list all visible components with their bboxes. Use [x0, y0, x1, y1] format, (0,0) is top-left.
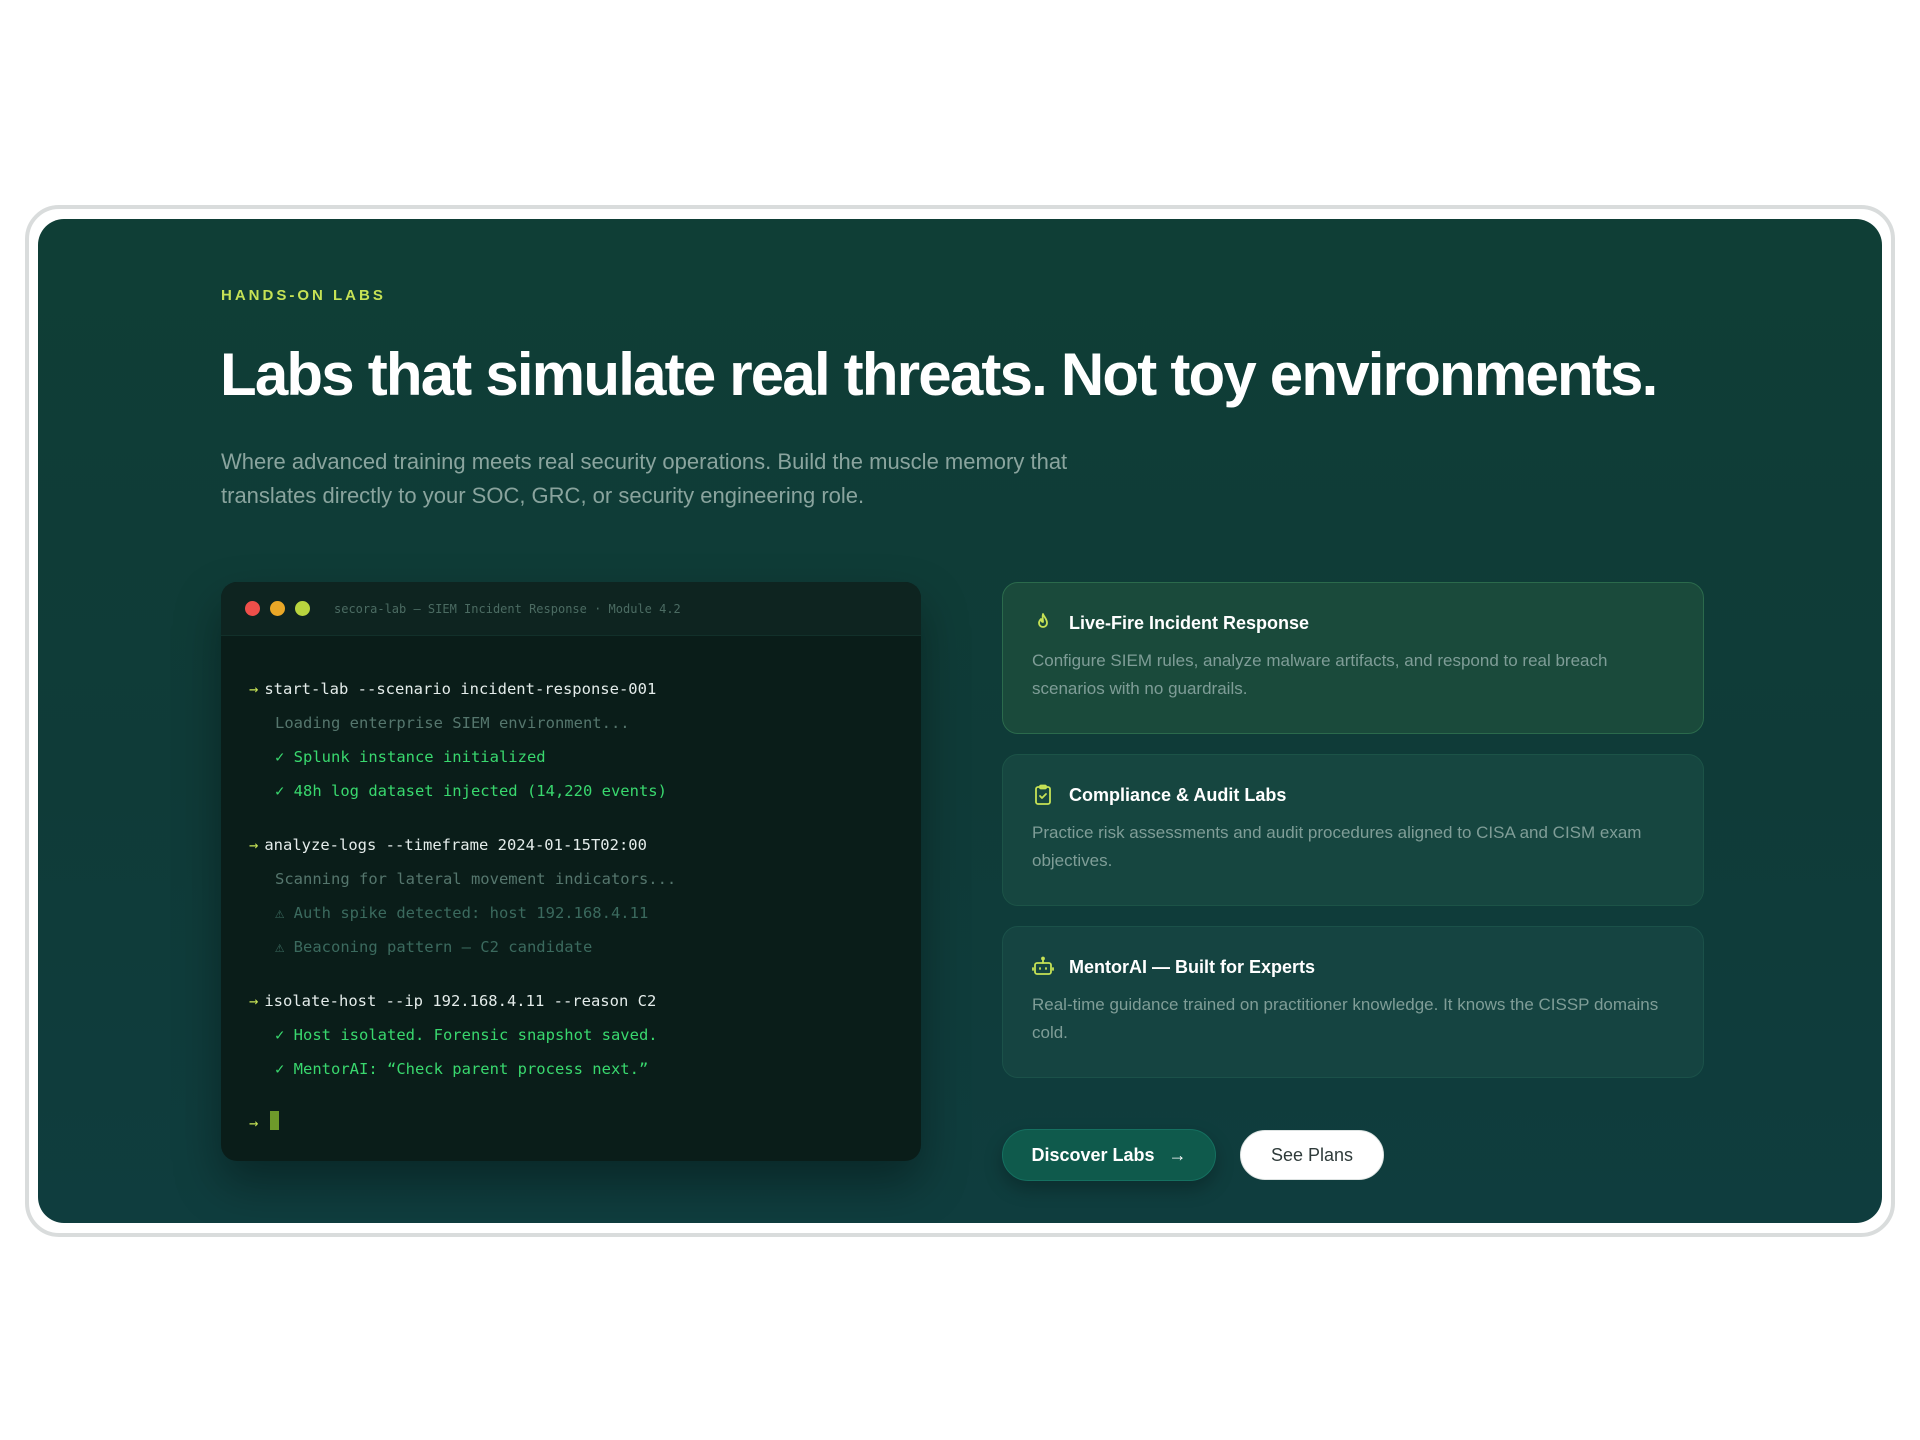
terminal-output-line: ⚠ Auth spike detected: host 192.168.4.11: [275, 904, 649, 922]
card-description: Real-time guidance trained on practition…: [1032, 995, 1659, 1042]
terminal-command-text: start-lab --scenario incident-response-0…: [264, 680, 657, 698]
terminal-command-text: analyze-logs --timeframe 2024-01-15T02:0…: [264, 836, 647, 854]
section-subhead: Where advanced training meets real secur…: [221, 449, 1068, 508]
robot-icon: [1031, 955, 1055, 979]
terminal-command-line: → isolate-host --ip 192.168.4.11 --reason…: [249, 984, 921, 1018]
terminal-command-line: → start-lab --scenario incident-response-…: [249, 672, 921, 706]
terminal-output-line: ✓ 48h log dataset injected (14,220 event…: [275, 782, 667, 800]
section-headline: Labs that simulate real threats. Not toy…: [220, 341, 1658, 408]
terminal-output-line: ✓ Host isolated. Forensic snapshot saved…: [275, 1026, 658, 1044]
prompt-arrow-icon: →: [249, 836, 259, 854]
clipboard-check-icon: [1031, 783, 1055, 807]
terminal-output-line: ✓ Splunk instance initialized: [275, 748, 546, 766]
terminal-window: secora-lab — SIEM Incident Response · Mo…: [221, 582, 921, 1161]
window-maximize-dot: [295, 601, 310, 616]
terminal-output-line: Scanning for lateral movement indicators…: [275, 870, 677, 888]
terminal-prompt-line[interactable]: →: [249, 1106, 921, 1140]
terminal-titlebar: secora-lab — SIEM Incident Response · Mo…: [221, 582, 921, 636]
card-compliance: Compliance & Audit Labs Practice risk as…: [1002, 754, 1704, 906]
card-description: Configure SIEM rules, analyze malware ar…: [1032, 651, 1608, 698]
terminal-output-line: ⚠ Beaconing pattern — C2 candidate: [275, 938, 593, 956]
terminal-output: → start-lab --scenario incident-response-…: [221, 636, 921, 1140]
labs-section: HANDS-ON LABS Labs that simulate real th…: [38, 219, 1882, 1223]
flame-icon: [1031, 611, 1055, 635]
card-mentorai: MentorAI — Built for Experts Real-time g…: [1002, 926, 1704, 1078]
window-minimize-dot: [270, 601, 285, 616]
terminal-command-text: isolate-host --ip 192.168.4.11 --reason …: [264, 992, 657, 1010]
prompt-arrow-icon: →: [249, 1114, 259, 1132]
terminal-command-line: → analyze-logs --timeframe 2024-01-15T02:…: [249, 828, 921, 862]
terminal-output-line: ✓ MentorAI: “Check parent process next.”: [275, 1060, 649, 1078]
arrow-right-icon: →: [1168, 1144, 1187, 1165]
window-close-dot: [245, 601, 260, 616]
discover-labs-label: Discover Labs: [1031, 1144, 1155, 1165]
see-plans-button[interactable]: See Plans: [1240, 1130, 1384, 1180]
discover-labs-button[interactable]: Discover Labs →: [1002, 1129, 1216, 1181]
terminal-output-line: Loading enterprise SIEM environment...: [275, 714, 630, 732]
prompt-arrow-icon: →: [249, 992, 259, 1010]
terminal-cursor: [270, 1111, 280, 1130]
card-title: Live-Fire Incident Response: [1069, 612, 1310, 633]
card-description: Practice risk assessments and audit proc…: [1032, 823, 1642, 870]
card-title: MentorAI — Built for Experts: [1069, 956, 1316, 977]
terminal-title: secora-lab — SIEM Incident Response · Mo…: [334, 601, 681, 616]
prompt-arrow-icon: →: [249, 680, 259, 698]
card-live-fire: Live-Fire Incident Response Configure SI…: [1002, 582, 1704, 734]
section-eyebrow: HANDS-ON LABS: [221, 287, 386, 304]
card-title: Compliance & Audit Labs: [1069, 784, 1287, 805]
